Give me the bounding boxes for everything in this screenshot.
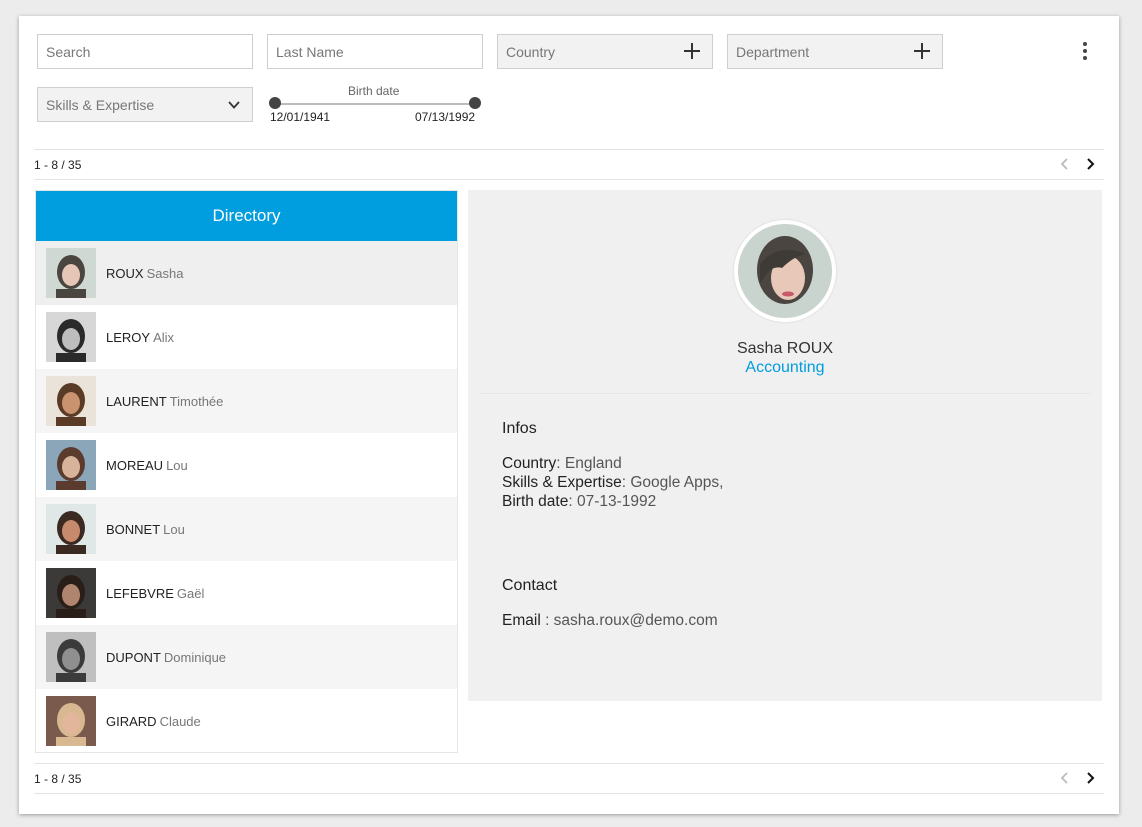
avatar <box>46 312 96 362</box>
person-last-name: DUPONT <box>106 649 161 665</box>
email-key: Email <box>502 612 541 629</box>
chevron-right-icon[interactable] <box>1085 158 1095 170</box>
directory-list: Directory ROUX Sasha LEROY Alix LAURENT Timot… <box>35 190 458 753</box>
divider <box>34 793 1104 794</box>
skills-select[interactable]: Skills & Expertise <box>37 87 253 122</box>
birth-date-track[interactable] <box>274 103 476 105</box>
avatar <box>46 440 96 490</box>
person-last-name: LEFEBVRE <box>106 585 174 601</box>
avatar <box>46 376 96 426</box>
more-options-icon[interactable] <box>1082 42 1088 60</box>
contact-heading: Contact <box>502 577 558 594</box>
email-value[interactable]: : sasha.roux@demo.com <box>541 612 718 629</box>
pager-count: 1 - 8 / 35 <box>34 772 82 786</box>
country-value: : England <box>556 455 622 472</box>
person-last-name: MOREAU <box>106 457 164 473</box>
divider <box>34 149 1104 150</box>
list-item[interactable]: LEROY Alix <box>36 305 457 369</box>
list-item[interactable]: MOREAU Lou <box>36 433 457 497</box>
slider-min-value: 12/01/1941 <box>270 110 331 124</box>
country-filter[interactable]: Country <box>497 34 713 69</box>
slider-max-handle[interactable] <box>469 97 481 109</box>
directory-title: Directory <box>36 191 457 241</box>
divider <box>480 393 1090 394</box>
birth-date-key: Birth date <box>502 493 569 510</box>
country-key: Country <box>502 455 557 472</box>
list-item[interactable]: LAURENT Timothée <box>36 369 457 433</box>
avatar <box>46 568 96 618</box>
skills-key: Skills & Expertise <box>502 474 622 491</box>
detail-panel: Sasha ROUX Accounting Infos Country: Eng… <box>468 190 1102 701</box>
person-last-name: LAURENT <box>106 393 167 409</box>
list-item[interactable]: ROUX Sasha <box>36 241 457 305</box>
person-last-name: ROUX <box>106 265 144 281</box>
birth-date-label: Birth date <box>348 84 400 98</box>
person-first-name: Dominique <box>163 649 227 665</box>
person-last-name: LEROY <box>106 329 151 345</box>
divider <box>34 763 1104 764</box>
avatar <box>46 632 96 682</box>
avatar <box>46 248 96 298</box>
email-row: Email : sasha.roux@demo.com <box>502 612 718 630</box>
person-first-name: Timothée <box>169 393 224 409</box>
skills-select-label: Skills & Expertise <box>46 96 155 113</box>
detail-name: Sasha ROUX <box>736 340 834 357</box>
country-row: Country: England <box>502 455 622 473</box>
list-item[interactable]: BONNET Lou <box>36 497 457 561</box>
person-first-name: Sasha <box>146 265 184 281</box>
chevron-down-icon <box>228 101 240 109</box>
infos-heading: Infos <box>502 420 537 437</box>
plus-icon <box>684 43 700 59</box>
birth-date-row: Birth date: 07-13-1992 <box>502 493 656 511</box>
avatar <box>46 504 96 554</box>
list-item[interactable]: LEFEBVRE Gaël <box>36 561 457 625</box>
avatar <box>734 220 836 322</box>
person-first-name: Claude <box>159 713 201 729</box>
avatar <box>46 696 96 746</box>
pager-count: 1 - 8 / 35 <box>34 158 82 172</box>
list-item[interactable]: DUPONT Dominique <box>36 625 457 689</box>
person-first-name: Lou <box>163 521 185 537</box>
search-input[interactable] <box>37 34 253 69</box>
list-item[interactable]: GIRARD Claude <box>36 689 457 753</box>
slider-min-handle[interactable] <box>269 97 281 109</box>
person-first-name: Alix <box>153 329 175 345</box>
detail-department[interactable]: Accounting <box>468 359 1102 377</box>
department-filter-label: Department <box>736 43 810 60</box>
birth-date-value: : 07-13-1992 <box>568 493 657 510</box>
person-first-name: Gaël <box>176 585 205 601</box>
skills-row: Skills & Expertise: Google Apps, <box>502 474 723 492</box>
skills-value: : Google Apps, <box>621 474 724 491</box>
country-filter-label: Country <box>506 43 556 60</box>
person-last-name: BONNET <box>106 521 161 537</box>
divider <box>34 179 1104 180</box>
chevron-right-icon[interactable] <box>1085 772 1095 784</box>
chevron-left-icon[interactable] <box>1060 772 1070 784</box>
app-card: Country Department Skills & Expertise Bi… <box>19 16 1119 814</box>
chevron-left-icon[interactable] <box>1060 158 1070 170</box>
department-filter[interactable]: Department <box>727 34 943 69</box>
slider-max-value: 07/13/1992 <box>415 110 476 124</box>
lastname-input[interactable] <box>267 34 483 69</box>
person-last-name: GIRARD <box>106 713 157 729</box>
person-first-name: Lou <box>166 457 188 473</box>
plus-icon <box>914 43 930 59</box>
